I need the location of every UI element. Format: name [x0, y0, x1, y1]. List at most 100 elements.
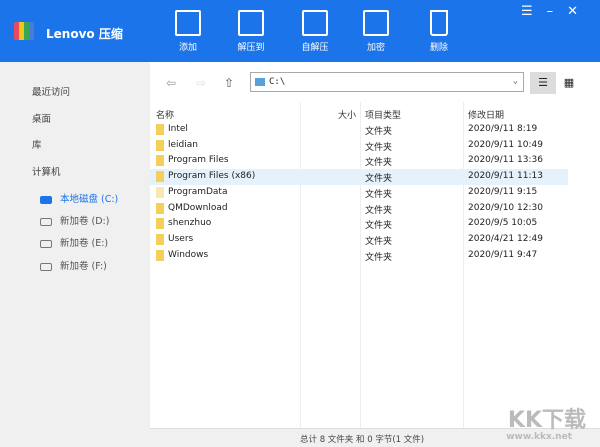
file-type: 文件夹	[365, 252, 393, 263]
app-title: Lenovo 压缩	[46, 27, 123, 41]
folder-icon	[156, 124, 164, 135]
file-name: Intel	[168, 124, 188, 134]
file-date: 2020/9/11 9:15	[468, 186, 538, 197]
drive-icon	[40, 195, 52, 204]
extract-to-button[interactable]: 解压到	[226, 10, 276, 53]
folder-icon	[156, 233, 164, 245]
drive-label: 新加卷 (E:)	[60, 238, 109, 249]
add-button[interactable]: 添加	[163, 10, 213, 53]
file-date: 2020/9/11 10:49	[468, 139, 543, 150]
address-path: C:\	[269, 77, 286, 87]
up-button[interactable]: ⇧	[224, 76, 234, 90]
file-name: leidian	[168, 139, 198, 150]
title-bar: Lenovo 压缩 添加 解压到 自解压 加密 删除 ☰–✕	[0, 0, 600, 62]
address-bar[interactable]: C:\ ⌄	[250, 72, 524, 92]
file-type: 文件夹	[365, 127, 393, 137]
drive-label: 新加卷 (F:)	[60, 261, 107, 272]
minimize-button[interactable]: –	[547, 4, 568, 19]
file-name: ProgramData	[168, 186, 228, 197]
file-type: 文件夹	[365, 221, 393, 232]
file-row[interactable]: Intel 文件夹 2020/9/11 8:19	[150, 122, 568, 138]
drive-d[interactable]: 新加卷 (D:)	[40, 213, 109, 227]
extract-to-icon	[238, 10, 264, 36]
column-name[interactable]: 名称	[156, 108, 174, 121]
file-date: 2020/9/5 10:05	[468, 218, 538, 229]
folder-icon	[156, 249, 164, 261]
chevron-down-icon[interactable]: ⌄	[513, 76, 518, 86]
sidebar-item-library[interactable]: 库	[32, 137, 42, 151]
drive-icon	[40, 239, 52, 248]
file-name: Program Files (x86)	[168, 171, 256, 182]
column-type[interactable]: 项目类型	[365, 108, 401, 121]
file-date: 2020/9/11 11:13	[468, 171, 543, 182]
sidebar-item-computer[interactable]: 计算机	[32, 164, 61, 178]
encrypt-label: 加密	[366, 43, 385, 53]
status-text: 总计 8 文件夹 和 0 字节(1 文件)	[300, 435, 425, 445]
file-name: shenzhuo	[168, 218, 212, 229]
extract-to-label: 解压到	[237, 43, 265, 53]
file-type: 文件夹	[365, 158, 393, 169]
drive-icon	[40, 217, 52, 226]
drive-e[interactable]: 新加卷 (E:)	[40, 235, 108, 249]
column-size[interactable]: 大小	[338, 108, 356, 121]
file-name: QMDownload	[168, 202, 228, 213]
back-button[interactable]: ⇦	[166, 76, 176, 90]
file-name: Windows	[168, 249, 209, 260]
file-type: 文件夹	[365, 174, 393, 185]
file-list: 名称 大小 项目类型 修改日期 Intel 文件夹 2020/9/11 8:19…	[150, 102, 568, 428]
app-logo-icon	[14, 22, 34, 40]
encrypt-button[interactable]: 加密	[351, 10, 401, 53]
delete-label: 删除	[429, 43, 448, 53]
file-row[interactable]: Windows 文件夹 2020/9/11 9:47	[150, 248, 568, 264]
file-date: 2020/9/10 12:30	[468, 202, 543, 213]
folder-icon	[156, 155, 164, 167]
grid-view-button[interactable]: ▦	[556, 72, 582, 94]
drive-label: 本地磁盘 (C:)	[60, 194, 119, 205]
drive-c[interactable]: 本地磁盘 (C:)	[40, 191, 118, 205]
folder-icon	[156, 139, 164, 151]
file-row[interactable]: Program Files 文件夹 2020/9/11 13:36	[150, 153, 568, 169]
trash-icon	[430, 10, 448, 36]
list-view-button[interactable]: ☰	[530, 72, 556, 94]
close-button[interactable]: ✕	[567, 4, 592, 19]
add-archive-icon	[175, 10, 201, 36]
add-label: 添加	[178, 43, 197, 53]
drive-f[interactable]: 新加卷 (F:)	[40, 258, 107, 272]
file-row[interactable]: Program Files (x86) 文件夹 2020/9/11 11:13	[150, 169, 568, 185]
self-extract-button[interactable]: 自解压	[290, 10, 340, 53]
self-extract-icon	[302, 10, 328, 36]
sidebar-item-recent[interactable]: 最近访问	[32, 84, 70, 98]
file-name: Program Files	[168, 155, 229, 166]
file-date: 2020/9/11 9:47	[468, 249, 538, 260]
file-date: 2020/9/11 8:19	[468, 124, 538, 134]
file-name: Users	[168, 233, 194, 244]
file-type: 文件夹	[365, 205, 393, 216]
file-row[interactable]: Users 文件夹 2020/4/21 12:49	[150, 232, 568, 248]
column-date[interactable]: 修改日期	[468, 108, 504, 121]
file-row[interactable]: QMDownload 文件夹 2020/9/10 12:30	[150, 201, 568, 217]
sidebar-item-desktop[interactable]: 桌面	[32, 111, 51, 125]
file-date: 2020/4/21 12:49	[468, 233, 543, 244]
menu-icon[interactable]: ☰	[521, 4, 547, 19]
folder-icon	[156, 218, 164, 230]
drive-label: 新加卷 (D:)	[60, 216, 110, 227]
delete-button[interactable]: 删除	[414, 10, 464, 53]
watermark-url: www.kkx.net	[506, 432, 572, 442]
file-row[interactable]: leidian 文件夹 2020/9/11 10:49	[150, 138, 568, 154]
forward-button[interactable]: ⇨	[196, 76, 206, 90]
sidebar: 最近访问 桌面 库 计算机 本地磁盘 (C:) 新加卷 (D:) 新加卷 (E:…	[0, 62, 150, 447]
navigation-bar: ⇦ ⇨ ⇧ C:\ ⌄ ☰ ▦	[150, 62, 600, 102]
file-type: 文件夹	[365, 189, 393, 200]
drive-icon	[255, 78, 265, 86]
drive-icon	[40, 262, 52, 271]
file-row[interactable]: ProgramData 文件夹 2020/9/11 9:15	[150, 185, 568, 201]
watermark-logo: KK下载	[507, 408, 586, 433]
file-row[interactable]: shenzhuo 文件夹 2020/9/5 10:05	[150, 216, 568, 232]
file-type: 文件夹	[365, 236, 393, 247]
folder-icon	[156, 186, 164, 198]
encrypt-icon	[363, 10, 389, 36]
file-date: 2020/9/11 13:36	[468, 155, 543, 166]
folder-icon	[156, 202, 164, 214]
self-extract-label: 自解压	[301, 43, 329, 53]
folder-icon	[156, 171, 164, 183]
